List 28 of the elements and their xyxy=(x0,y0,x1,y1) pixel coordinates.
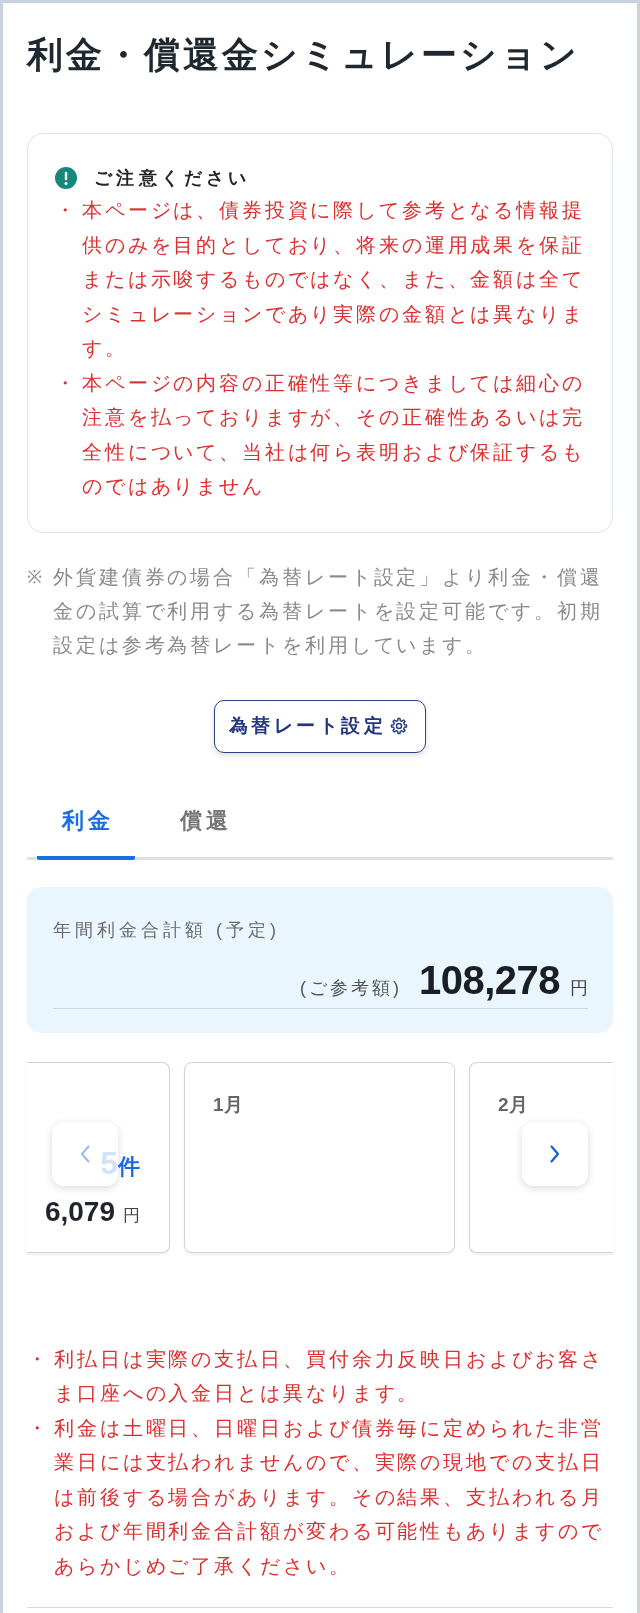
note-mark: ※ xyxy=(27,565,43,589)
currency-unit: 円 xyxy=(123,1204,140,1227)
bullet-marker: ・ xyxy=(27,1346,48,1372)
notice-heading: ご注意ください xyxy=(94,167,251,190)
total-amount: 108,278 xyxy=(418,957,560,1002)
bullet-marker: ・ xyxy=(27,1415,48,1441)
note-text: 外貨建債券の場合「為替レート設定」より利金・償還金の試算で利用する為替レートを設定可能です。初期設定は参考為替レートを利用しています。 xyxy=(53,564,604,658)
summary-label: 年間利金合計額 (予定) xyxy=(53,918,281,942)
footnote-text: 利払日は実際の支払日、買付余力反映日およびお客さま口座への入金日とは異なります。 xyxy=(54,1346,605,1406)
alert-icon xyxy=(55,167,77,189)
notice-text: 本ページは、債券投資に際して参考となる情報提供のみを目的としており、将来の運用成果を保証または示唆するものではなく、また、金額は全てシミュレーションであり実際の金額とは異なります。 xyxy=(82,198,586,361)
chevron-right-icon xyxy=(549,1143,561,1164)
chevron-left-icon xyxy=(79,1143,91,1164)
bullet-marker: ・ xyxy=(55,370,76,396)
next-button[interactable] xyxy=(522,1121,588,1186)
bullet-marker: ・ xyxy=(55,198,76,223)
tab[interactable]: 利金 xyxy=(37,805,135,860)
notice-text: 本ページの内容の正確性等につきましては細心の注意を払っておりますが、その正確性あるいは完全性について、当社は何ら表明および保証するものではありません xyxy=(82,370,586,499)
currency-unit: 円 xyxy=(570,976,588,1000)
reference-label: (ご参考額) xyxy=(299,976,402,1000)
month-label: 1月 xyxy=(213,1092,243,1117)
exchange-rate-settings-button[interactable]: 為替レート設定 xyxy=(213,699,427,753)
card-amount: 6,079 xyxy=(44,1194,115,1229)
month-label: 2月 xyxy=(498,1092,528,1117)
footnote-text: 利金は土曜日、日曜日および債券毎に定められた非営業日には支払われませんので、実際の現地での支払日は前後する場合があります。その結果、支払われる月および年間利金合計額が変わる可能性もありますのであらかじめご了承ください。 xyxy=(54,1415,605,1579)
settings-icon xyxy=(390,717,409,735)
tab[interactable]: 償還 xyxy=(155,805,253,860)
page-title: 利金・償還金シミュレーション xyxy=(27,33,581,77)
